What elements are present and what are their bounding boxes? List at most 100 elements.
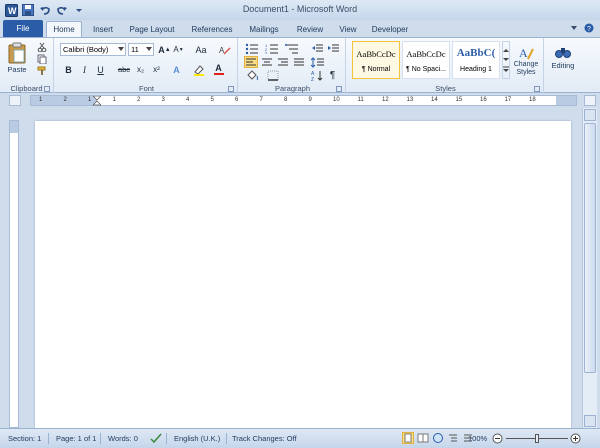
chevron-down-icon	[118, 47, 124, 51]
proofing-icon[interactable]	[150, 433, 162, 446]
change-styles-label: Change Styles	[513, 61, 539, 76]
vertical-scrollbar[interactable]	[582, 108, 597, 428]
tab-developer[interactable]: Developer	[368, 21, 412, 37]
ribbon-right-controls: ?	[570, 23, 594, 33]
font-name-combo[interactable]: Calibri (Body)	[60, 43, 126, 56]
chevron-down-icon	[503, 58, 509, 61]
borders-button[interactable]	[264, 69, 282, 81]
font-launcher-icon[interactable]	[228, 86, 234, 92]
ruler-number: 2	[137, 97, 141, 103]
scroll-down-button[interactable]	[584, 415, 596, 427]
superscript-button[interactable]: x²	[150, 63, 163, 76]
ruler-number: 12	[382, 97, 389, 103]
clear-formatting-button[interactable]: A	[218, 43, 231, 56]
multilevel-list-icon	[285, 43, 298, 53]
minimize-ribbon-icon[interactable]	[570, 23, 578, 33]
align-center-button[interactable]	[260, 56, 274, 68]
highlight-button[interactable]	[192, 63, 205, 76]
outline-view-icon[interactable]	[447, 432, 459, 444]
tab-review[interactable]: Review	[292, 21, 328, 37]
tab-view[interactable]: View	[334, 21, 362, 37]
ruler-number: 4	[186, 97, 190, 103]
align-left-button[interactable]	[244, 56, 258, 68]
sort-button[interactable]: AZ	[310, 69, 324, 81]
align-right-button[interactable]	[276, 56, 290, 68]
change-case-button[interactable]: Aa	[192, 43, 210, 56]
zoom-slider-thumb[interactable]	[535, 434, 539, 443]
line-spacing-button[interactable]	[310, 56, 326, 68]
zoom-in-icon	[570, 433, 581, 444]
document-page[interactable]	[35, 121, 571, 441]
increase-indent-icon	[328, 44, 339, 51]
tab-home[interactable]: Home	[46, 21, 82, 37]
text-effects-button[interactable]: A	[170, 63, 183, 76]
cut-button[interactable]	[36, 41, 48, 52]
style-no-spacing[interactable]: AaBbCcDc ¶ No Spaci...	[402, 41, 450, 79]
print-layout-view-icon[interactable]	[402, 432, 414, 444]
justify-icon	[294, 58, 304, 65]
font-color-swatch	[213, 73, 224, 75]
help-icon[interactable]: ?	[584, 23, 594, 33]
shrink-font-button[interactable]: A ▼	[172, 43, 185, 56]
status-words[interactable]: Words: 0	[108, 434, 138, 443]
strikethrough-button[interactable]: abc	[116, 63, 132, 76]
zoom-in-button[interactable]	[570, 433, 581, 446]
subscript-button[interactable]: x₂	[134, 63, 147, 76]
tab-references[interactable]: References	[186, 21, 238, 37]
numbering-button[interactable]: 123	[264, 42, 280, 54]
styles-group-label: Styles	[435, 84, 456, 93]
underline-button[interactable]: U	[94, 63, 107, 76]
horizontal-ruler[interactable]: 1 2 1 1 2 3 4 5 6 7 8 9 10 11 12 13 14 15 16 17 18	[30, 95, 577, 106]
style-heading-1[interactable]: AaBbC( Heading 1	[452, 41, 500, 79]
ruler-number: 2	[63, 97, 67, 103]
indent-marker-icon[interactable]	[93, 96, 101, 106]
scroll-thumb[interactable]	[584, 123, 596, 373]
zoom-level[interactable]: 100%	[468, 434, 487, 443]
word-window: W Document1 - Microsoft Word File Home I…	[0, 0, 600, 448]
editing-button[interactable]: Editing	[547, 41, 579, 73]
font-color-button[interactable]: A	[212, 63, 225, 76]
web-layout-view-icon[interactable]	[432, 432, 444, 444]
tab-page-layout[interactable]: Page Layout	[124, 21, 180, 37]
vertical-ruler[interactable]	[9, 120, 19, 428]
vertical-ruler-top-margin	[10, 121, 18, 133]
multilevel-list-button[interactable]	[284, 42, 300, 54]
decrease-indent-button[interactable]	[310, 42, 324, 54]
grow-font-button[interactable]: A ▲	[158, 43, 171, 56]
italic-button[interactable]: I	[78, 63, 91, 76]
bullets-button[interactable]	[244, 42, 260, 54]
style-normal[interactable]: AaBbCcDc ¶ Normal	[352, 41, 400, 79]
copy-button[interactable]	[36, 53, 48, 64]
paragraph-launcher-icon[interactable]	[336, 86, 342, 92]
tab-mailings[interactable]: Mailings	[244, 21, 284, 37]
shading-button[interactable]	[244, 69, 262, 81]
status-page[interactable]: Page: 1 of 1	[56, 434, 96, 443]
status-section[interactable]: Section: 1	[8, 434, 41, 443]
status-language[interactable]: English (U.K.)	[174, 434, 220, 443]
change-styles-icon: A	[519, 46, 534, 60]
style-sample: AaBbCcDc	[406, 49, 446, 59]
paste-button[interactable]: Paste	[4, 40, 30, 76]
bold-button[interactable]: B	[62, 63, 75, 76]
scroll-up-button[interactable]	[584, 109, 596, 121]
clipboard-launcher-icon[interactable]	[44, 86, 50, 92]
font-size-combo[interactable]: 11	[128, 43, 154, 56]
change-styles-button[interactable]: A Change Styles	[510, 40, 542, 82]
ruler-tab-selector[interactable]	[9, 95, 21, 106]
zoom-out-button[interactable]	[492, 433, 503, 446]
increase-indent-button[interactable]	[326, 42, 340, 54]
styles-gallery-scroll[interactable]	[502, 41, 510, 79]
full-screen-reading-icon[interactable]	[417, 432, 429, 444]
tab-file[interactable]: File	[3, 20, 43, 37]
status-divider	[226, 433, 227, 444]
styles-launcher-icon[interactable]	[534, 86, 540, 92]
bullet-list-icon	[245, 43, 258, 54]
format-painter-button[interactable]	[36, 65, 48, 76]
status-track-changes[interactable]: Track Changes: Off	[232, 434, 297, 443]
tab-insert[interactable]: Insert	[86, 21, 120, 37]
view-ruler-toggle[interactable]	[584, 95, 596, 106]
justify-button[interactable]	[292, 56, 306, 68]
status-divider	[48, 433, 49, 444]
group-paragraph: 123 A Z ¶ Paragraph	[240, 38, 346, 94]
show-formatting-marks-button[interactable]: ¶	[326, 69, 339, 82]
